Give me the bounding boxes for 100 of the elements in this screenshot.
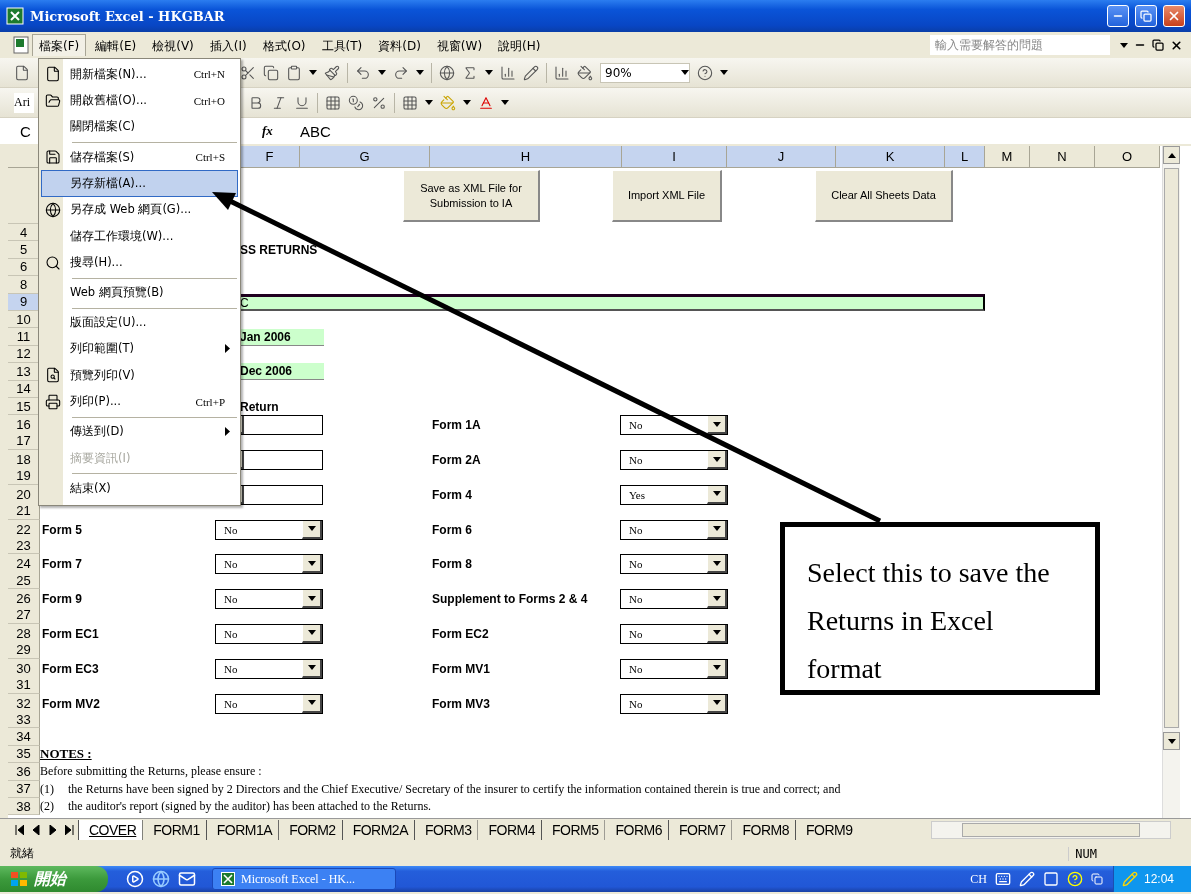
menu-item[interactable]: 視窗(W)	[429, 34, 490, 56]
import-xml-button[interactable]: Import XML File	[612, 170, 722, 222]
menu-item[interactable]: 開啟舊檔(O)... Ctrl+O	[41, 87, 238, 114]
save-xml-button[interactable]: Save as XML File for Submission to IA	[403, 170, 540, 222]
column-header[interactable]: F	[240, 146, 300, 167]
menu-item[interactable]: 儲存工作環境(W)...	[41, 222, 238, 250]
scissors-icon[interactable]	[240, 64, 256, 81]
sigma-icon[interactable]	[462, 64, 478, 81]
scroll-thumb[interactable]	[1164, 168, 1179, 728]
dropdown-button[interactable]	[302, 590, 322, 609]
dropdown-button[interactable]	[302, 520, 322, 539]
column-header[interactable]: J	[727, 146, 836, 167]
globe-icon[interactable]	[439, 64, 455, 81]
windows-icon[interactable]	[1091, 873, 1103, 885]
browser-icon[interactable]	[152, 870, 170, 888]
horizontal-scrollbar[interactable]	[931, 821, 1171, 839]
dropdown-button[interactable]	[302, 659, 322, 678]
menu-item[interactable]: 開新檔案(N)... Ctrl+N	[41, 61, 238, 88]
start-button[interactable]: 開始	[0, 866, 108, 892]
spreadsheet-icon[interactable]	[12, 36, 30, 54]
menu-item[interactable]: 編輯(E)	[88, 34, 144, 56]
fill-color-icon[interactable]	[440, 94, 456, 111]
dropdown-button[interactable]	[707, 694, 727, 713]
dropdown-button[interactable]	[707, 625, 727, 643]
form-dropdown[interactable]: No	[620, 658, 728, 679]
dropdown-button[interactable]	[302, 694, 322, 713]
pencil-icon[interactable]	[523, 64, 539, 81]
copy-icon[interactable]	[263, 64, 279, 81]
dropdown-button[interactable]	[707, 451, 727, 470]
clear-data-button[interactable]: Clear All Sheets Data	[815, 170, 953, 222]
help-search-field[interactable]: 輸入需要解答的問題	[930, 35, 1110, 55]
form-dropdown[interactable]: Yes	[620, 484, 728, 505]
bar-chart-icon[interactable]	[500, 64, 516, 81]
dropdown-button[interactable]	[707, 416, 727, 435]
menu-item[interactable]: 另存新檔(A)...	[41, 170, 238, 197]
form-dropdown[interactable]: No	[215, 624, 323, 644]
underline-icon[interactable]	[294, 94, 310, 111]
form-dropdown[interactable]: No	[215, 554, 323, 575]
form-dropdown[interactable]: No	[620, 450, 728, 471]
scroll-down-button[interactable]	[1163, 732, 1180, 750]
language-indicator[interactable]: CH	[970, 871, 987, 887]
keyboard-icon[interactable]	[995, 871, 1011, 887]
form-dropdown[interactable]: No	[215, 519, 323, 540]
restore-icon[interactable]	[1152, 39, 1164, 51]
vertical-scrollbar[interactable]	[1162, 146, 1180, 818]
column-header[interactable]: H	[430, 146, 622, 167]
form-dropdown[interactable]: No	[215, 693, 323, 714]
sheet-tab[interactable]: COVER	[78, 820, 143, 840]
menu-item[interactable]: 格式(O)	[255, 34, 313, 56]
scroll-up-button[interactable]	[1163, 146, 1180, 164]
menu-item[interactable]: 列印範圍(T)	[41, 335, 238, 363]
menu-item[interactable]: 插入(I)	[202, 34, 254, 56]
minimize-button[interactable]	[1107, 5, 1129, 27]
media-player-icon[interactable]	[126, 870, 144, 888]
dropdown-button[interactable]	[707, 485, 727, 504]
borders-icon[interactable]	[402, 94, 418, 111]
restore-button[interactable]	[1135, 5, 1157, 27]
form-dropdown[interactable]: No	[620, 554, 728, 575]
italic-icon[interactable]	[271, 94, 287, 111]
form-dropdown[interactable]: No	[215, 658, 323, 679]
menu-item[interactable]: 關閉檔案(C)	[41, 113, 238, 141]
menu-item[interactable]: 檢視(V)	[145, 34, 201, 56]
dropdown-button[interactable]	[302, 555, 322, 574]
close-button[interactable]	[1163, 5, 1185, 27]
mail-icon[interactable]	[178, 870, 196, 888]
menu-item[interactable]: 檔案(F)	[32, 34, 87, 56]
redo-icon[interactable]	[393, 64, 409, 81]
menu-item[interactable]: 列印(P)... Ctrl+P	[41, 388, 238, 415]
font-field[interactable]: Ari	[14, 92, 34, 113]
document-icon[interactable]	[14, 64, 30, 81]
column-header[interactable]: I	[622, 146, 727, 167]
column-header[interactable]: L	[945, 146, 985, 167]
close-icon[interactable]	[1170, 38, 1183, 52]
paintbrush-icon[interactable]	[324, 64, 340, 81]
dropdown-button[interactable]	[707, 520, 727, 539]
form-dropdown[interactable]: No	[620, 589, 728, 610]
taskbar-button[interactable]: Microsoft Excel - HK...	[212, 868, 396, 890]
bold-icon[interactable]	[248, 94, 264, 111]
zoom-dropdown[interactable]: 90%	[600, 62, 690, 83]
dropdown-button[interactable]	[302, 625, 322, 643]
percent-icon[interactable]	[371, 94, 387, 111]
window-icon[interactable]	[1043, 871, 1059, 887]
menu-item[interactable]: 說明(H)	[491, 34, 548, 56]
column-header[interactable]: K	[836, 146, 945, 167]
currency-icon[interactable]	[348, 94, 364, 111]
menu-item[interactable]: 資料(D)	[371, 34, 428, 56]
clipboard-icon[interactable]	[286, 64, 302, 81]
font-color-icon[interactable]	[478, 94, 494, 111]
form-dropdown[interactable]: No	[215, 589, 323, 610]
formula-field[interactable]: ABC	[294, 120, 1191, 142]
dropdown-button[interactable]	[707, 590, 727, 609]
menu-item[interactable]: 預覽列印(V)	[41, 362, 238, 389]
undo-icon[interactable]	[355, 64, 371, 81]
chart-icon[interactable]	[554, 64, 570, 81]
menu-item[interactable]: 搜尋(H)...	[41, 249, 238, 276]
form-dropdown[interactable]: No	[620, 624, 728, 644]
form-dropdown[interactable]: No	[620, 693, 728, 714]
menu-item[interactable]: 另存成 Web 網頁(G)...	[41, 196, 238, 223]
column-header[interactable]: G	[300, 146, 430, 167]
dropdown-button[interactable]	[707, 659, 727, 678]
